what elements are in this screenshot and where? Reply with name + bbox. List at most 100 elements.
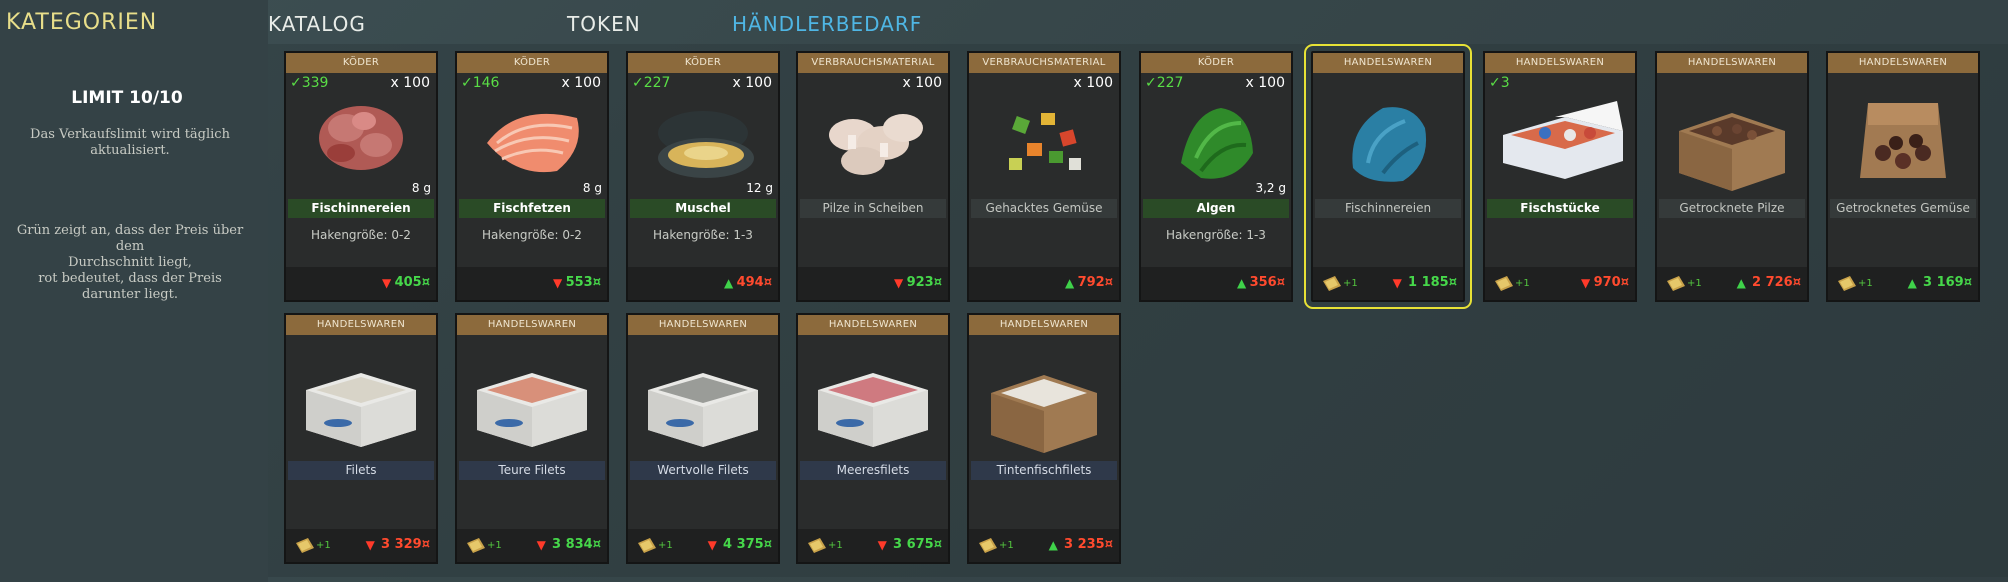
price-info-line: Grün zeigt an, dass der Preis über dem	[16, 223, 244, 254]
token-ticket-icon	[638, 538, 656, 553]
owned-count: ✓146	[461, 75, 500, 91]
limit-info-line: aktualisiert.	[90, 143, 170, 158]
item-card[interactable]: HANDELSWAREN Teure Filets +1 ▼ 3 834¤	[455, 313, 609, 564]
token-ticket-icon	[808, 538, 826, 553]
tab-token[interactable]: TOKEN	[567, 12, 641, 36]
item-name: Fischinnereien	[288, 199, 434, 218]
categories-title: KATEGORIEN	[6, 10, 158, 35]
price-bar: +1 ▲ 3 169¤	[1828, 267, 1978, 300]
item-card[interactable]: HANDELSWAREN Meeresfilets +1 ▼ 3 675¤	[796, 313, 950, 564]
item-card[interactable]: HANDELSWAREN ✓3 Fischstücke +1 ▼ 970¤	[1483, 51, 1637, 302]
item-image	[457, 335, 607, 461]
fish-box-icon	[1503, 101, 1623, 179]
weight-label: 3,2 g	[1255, 181, 1286, 195]
trend-up-icon: ▲	[723, 276, 734, 290]
tab-haendlerbedarf[interactable]: HÄNDLERBEDARF	[732, 12, 922, 36]
item-card[interactable]: KÖDER ✓227 x 100 3,2 g Algen Hakengröße: 1-3 ▲…	[1139, 51, 1293, 302]
trend-up-icon: ▲	[1236, 276, 1247, 290]
item-name: Tintenfischfilets	[971, 461, 1117, 480]
price-bar: +1 ▲ 2 726¤	[1657, 267, 1807, 300]
trend-up-icon: ▲	[1048, 538, 1058, 552]
item-card[interactable]: KÖDER ✓339 x 100 8 g Fischinnereien Hakengröß…	[284, 51, 438, 302]
trend-down-icon: ▼	[536, 538, 546, 552]
item-card[interactable]: HANDELSWAREN Fischinnereien +1 ▼ 1 185¤	[1304, 44, 1472, 309]
price-value: 3 329¤	[381, 537, 430, 552]
category-label: HANDELSWAREN	[1828, 53, 1978, 73]
category-label: HANDELSWAREN	[969, 315, 1119, 335]
sliced-mushroom-icon	[829, 114, 923, 175]
price-bar: +1 ▼ 1 185¤	[1313, 267, 1463, 300]
price-bar: +1 ▼ 4 375¤	[628, 529, 778, 562]
fillet-box-white-icon	[306, 373, 416, 447]
category-label: KÖDER	[457, 53, 607, 73]
price-value: 2 726¤	[1752, 275, 1801, 290]
price-value: 970¤	[1593, 275, 1629, 290]
owned-count: ✓339	[290, 75, 329, 91]
item-image	[798, 335, 948, 461]
price-info-line: Durchschnitt liegt,	[68, 255, 192, 270]
fillet-box-salmon-icon	[477, 373, 587, 447]
quantity-label: x 100	[561, 75, 601, 91]
category-label: HANDELSWAREN	[1485, 53, 1635, 73]
price-value: 356¤	[1249, 275, 1285, 290]
blue-bag-icon	[1352, 107, 1427, 182]
price-bar: ▼ 405¤	[286, 267, 436, 300]
price-value: 3 675¤	[893, 537, 942, 552]
item-image	[286, 335, 436, 461]
item-image	[1313, 73, 1463, 199]
token-ticket-icon	[1667, 276, 1685, 291]
item-card[interactable]: KÖDER ✓146 x 100 8 g Fischfetzen Hakengröße: …	[455, 51, 609, 302]
item-card[interactable]: VERBRAUCHSMATERIAL x 100 Pilze in Scheiben…	[796, 51, 950, 302]
quantity-label: x 100	[1245, 75, 1285, 91]
trend-down-icon: ▼	[707, 538, 717, 552]
token-bonus: +1	[1343, 278, 1358, 289]
token-ticket-icon	[1495, 276, 1513, 291]
item-name: Fischstücke	[1487, 199, 1633, 218]
item-card[interactable]: KÖDER ✓227 x 100 12 g Muschel Hakengröße: 1-3…	[626, 51, 780, 302]
owned-count: ✓3	[1489, 75, 1510, 91]
item-name: Getrocknete Pilze	[1659, 199, 1805, 218]
trend-up-icon: ▲	[1907, 276, 1917, 290]
item-card[interactable]: HANDELSWAREN Getrocknetes Gemüse +1 ▲ 3 169¤	[1826, 51, 1980, 302]
token-ticket-icon	[1323, 276, 1341, 291]
item-image	[969, 73, 1119, 199]
token-bonus: +1	[487, 540, 502, 551]
hook-size: Hakengröße: 1-3	[653, 228, 753, 242]
tab-katalog[interactable]: KATALOG	[268, 12, 366, 36]
item-card[interactable]: HANDELSWAREN Getrocknete Pilze +1 ▲ 2 726¤	[1655, 51, 1809, 302]
item-name: Wertvolle Filets	[630, 461, 776, 480]
hook-size: Hakengröße: 0-2	[311, 228, 411, 242]
category-label: KÖDER	[1141, 53, 1291, 73]
owned-count: ✓227	[1145, 75, 1184, 91]
trend-down-icon: ▼	[552, 276, 563, 290]
item-image	[1485, 73, 1635, 199]
price-value: 405¤	[394, 275, 430, 290]
owned-count: ✓227	[632, 75, 671, 91]
item-image	[628, 335, 778, 461]
limit-info-line: Das Verkaufslimit wird täglich	[30, 127, 230, 142]
item-card[interactable]: VERBRAUCHSMATERIAL x 100 Gehacktes Gemüse ▲…	[967, 51, 1121, 302]
token-bonus: +1	[1515, 278, 1530, 289]
price-value: 3 169¤	[1923, 275, 1972, 290]
item-name: Fischinnereien	[1315, 199, 1461, 218]
price-bar: ▲ 356¤	[1141, 267, 1291, 300]
item-card[interactable]: HANDELSWAREN Tintenfischfilets +1 ▲ 3 235¤	[967, 313, 1121, 564]
weight-label: 8 g	[582, 181, 602, 195]
limit-info-text: Das Verkaufslimit wird täglich aktualisi…	[8, 127, 252, 159]
squid-box-icon	[991, 375, 1097, 453]
dried-mushroom-box-icon	[1679, 113, 1785, 191]
item-card[interactable]: HANDELSWAREN Filets +1 ▼ 3 329¤	[284, 313, 438, 564]
price-value: 792¤	[1077, 275, 1113, 290]
token-bonus: +1	[999, 540, 1014, 551]
trend-down-icon: ▼	[893, 276, 904, 290]
category-label: VERBRAUCHSMATERIAL	[969, 53, 1119, 73]
price-value: 3 235¤	[1064, 537, 1113, 552]
token-ticket-icon	[467, 538, 485, 553]
token-ticket-icon	[979, 538, 997, 553]
price-bar: +1 ▲ 3 235¤	[969, 529, 1119, 562]
price-color-info-text: Grün zeigt an, dass der Preis über dem D…	[8, 223, 252, 303]
item-card[interactable]: HANDELSWAREN Wertvolle Filets +1 ▼ 4 375¤	[626, 313, 780, 564]
price-bar: ▲ 494¤	[628, 267, 778, 300]
item-name: Getrocknetes Gemüse	[1830, 199, 1976, 218]
price-bar: ▼ 553¤	[457, 267, 607, 300]
